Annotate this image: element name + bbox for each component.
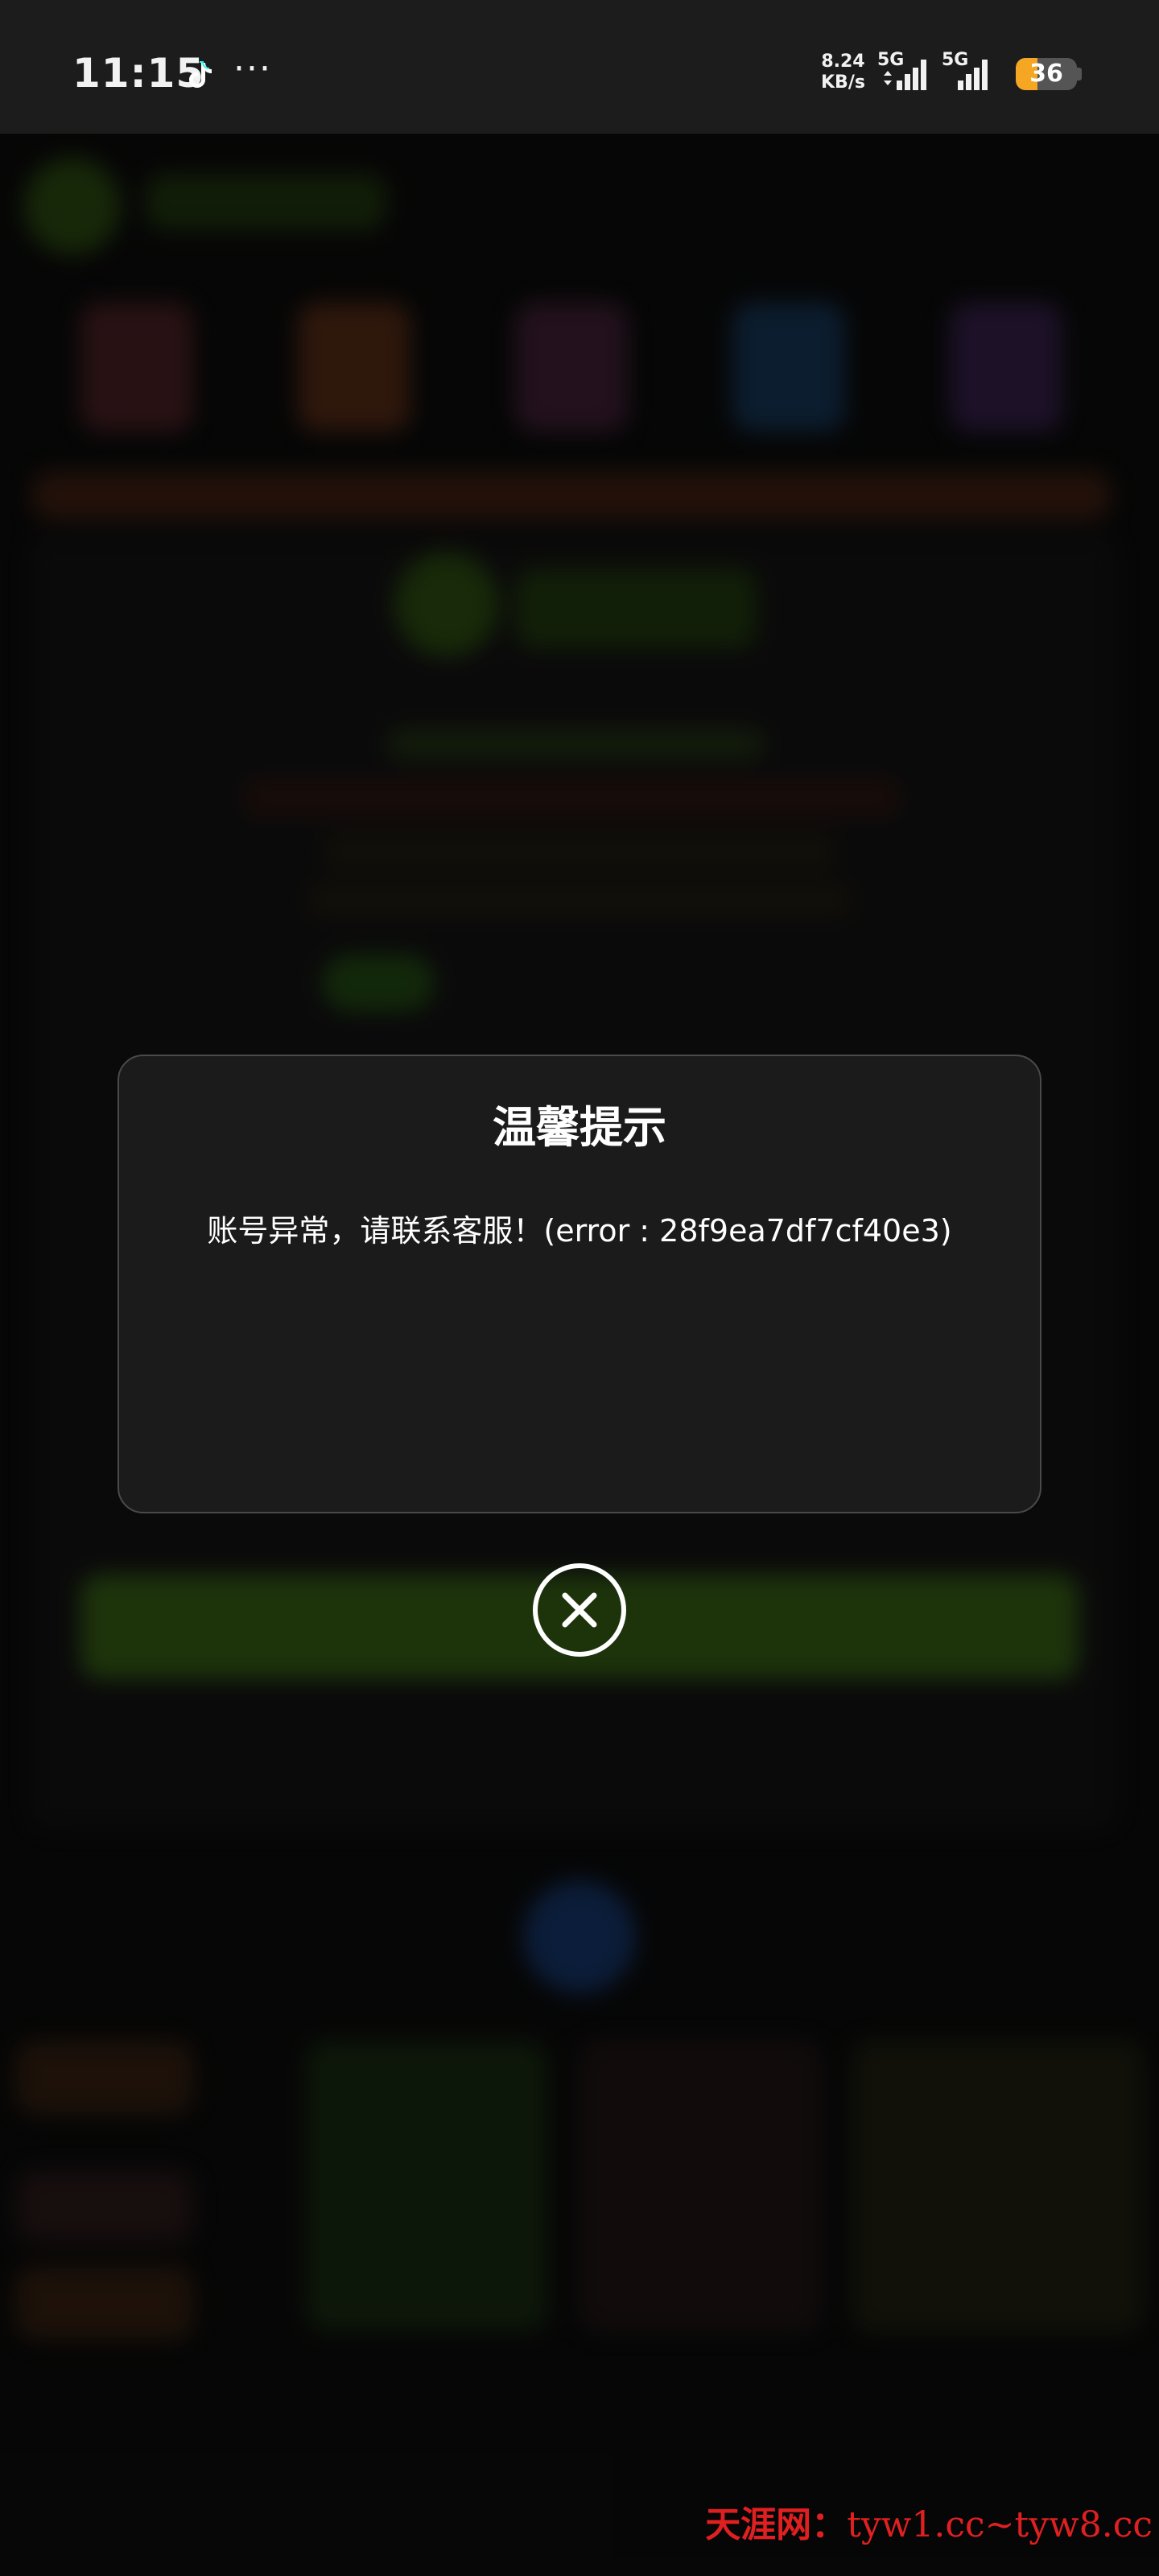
tiktok-icon <box>189 61 212 88</box>
battery-level: 36 <box>1029 60 1063 88</box>
signal-icon-1 <box>884 60 926 90</box>
close-circle-icon <box>562 1592 597 1628</box>
watermark-url: tyw1.cc~tyw8.cc <box>847 2504 1153 2545</box>
dialog-title: 温馨提示 <box>493 1102 666 1153</box>
speed-value: 8.24 <box>821 52 865 72</box>
battery-icon: 36 <box>1016 58 1077 90</box>
dialog-message: 账号异常，请联系客服！(error : 28f9ea7df7cf40e3) <box>207 1213 952 1249</box>
watermark-name: 天涯网： <box>705 2504 848 2545</box>
speed-unit: KB/s <box>821 72 865 93</box>
more-dots-icon: ··· <box>233 48 272 89</box>
status-bar: 11:15 ··· 8.24 KB/s 5G 5G 36 <box>0 0 1159 134</box>
battery-cap <box>1077 68 1082 80</box>
network-speed: 8.24 KB/s <box>821 52 865 93</box>
watermark: 天涯网：tyw1.cc~tyw8.cc <box>705 2496 1153 2547</box>
alert-dialog: 温馨提示 账号异常，请联系客服！(error : 28f9ea7df7cf40e… <box>118 1055 1041 1513</box>
signal-icon-2 <box>958 60 988 90</box>
screen: 11:15 ··· 8.24 KB/s 5G 5G 36 温馨提示 账号异常，请… <box>0 0 1159 2576</box>
dialog-close-button[interactable] <box>533 1563 626 1657</box>
